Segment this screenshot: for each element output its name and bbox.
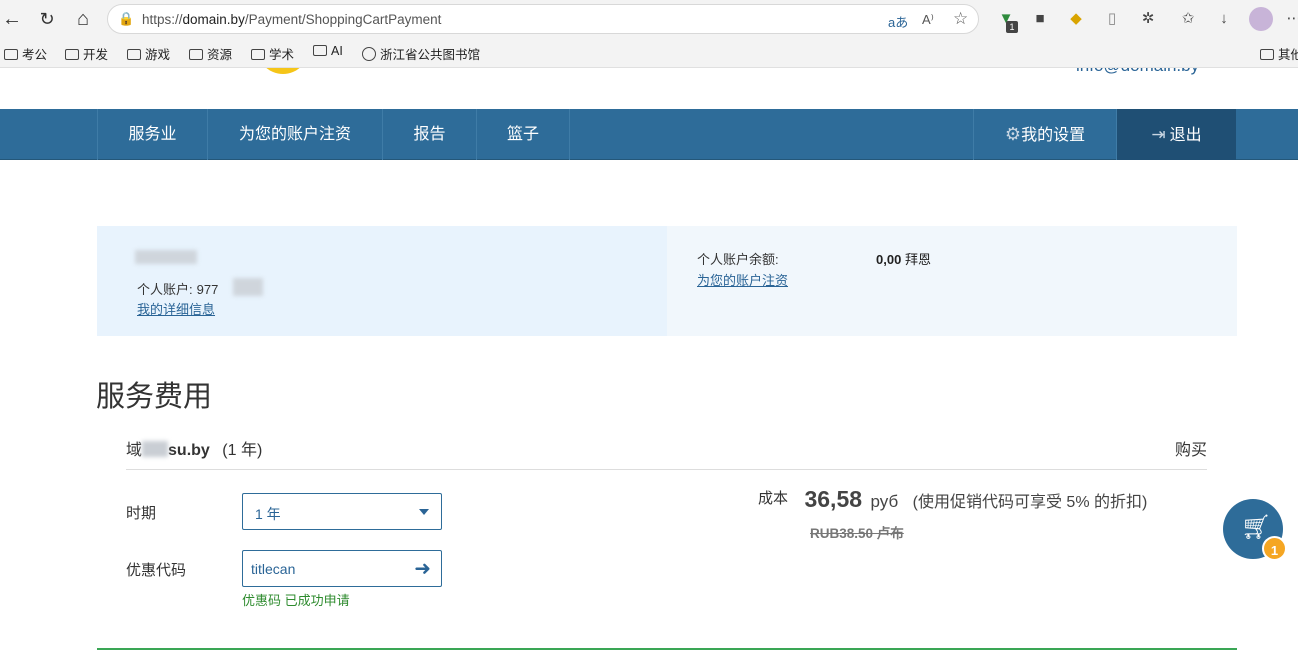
period-label: 时期 <box>126 505 157 522</box>
divider <box>97 648 1237 650</box>
bookmark-link[interactable]: 浙江省公共图书馆 <box>362 44 480 63</box>
extension-icon[interactable]: ■ <box>1030 9 1050 29</box>
back-button[interactable]: ← <box>0 7 24 31</box>
buy-label[interactable]: 购买 <box>1175 436 1207 460</box>
browser-toolbar: ← ↻ ⌂ 🔒 https://domain.by/Payment/Shoppi… <box>0 0 1298 38</box>
bookmark-folder[interactable]: 考公 <box>4 44 47 63</box>
read-aloud-icon[interactable]: A⁾ <box>922 12 934 28</box>
page-title: 服务费用 <box>96 381 213 413</box>
folder-icon <box>313 45 327 56</box>
bookmark-folder[interactable]: 游戏 <box>127 44 170 63</box>
folder-icon <box>189 49 203 60</box>
price-amount: 36,58 <box>804 486 863 512</box>
details-link[interactable]: 我的详细信息 <box>137 299 215 318</box>
period-select[interactable]: 1 年 <box>242 493 442 530</box>
cart-count-badge: 1 <box>1262 536 1287 561</box>
chevron-down-icon <box>419 509 429 515</box>
topup-link[interactable]: 为您的账户注资 <box>697 270 788 289</box>
discount-note: (使用促销代码可享受 5% 的折扣) <box>912 494 1148 511</box>
gear-icon: ⚙ <box>1004 124 1022 144</box>
redacted-account <box>233 278 263 296</box>
old-price: RUB38.50 卢布 <box>810 526 904 541</box>
arrow-right-icon[interactable]: ➜ <box>414 556 431 581</box>
account-number: 个人账户: 977 <box>137 282 219 297</box>
extensions-puzzle-icon[interactable]: ✲ <box>1138 9 1158 29</box>
main-nav: 服务业 为您的账户注资 报告 篮子 ⚙我的设置 ⇥ 退出 <box>0 109 1298 160</box>
bookmark-folder[interactable]: 学术 <box>251 44 294 63</box>
price-currency: руб <box>870 492 899 511</box>
nav-item-services[interactable]: 服务业 <box>97 109 207 160</box>
nav-item-reports[interactable]: 报告 <box>382 109 476 160</box>
service-row: 域 su.by (1 年) 购买 <box>126 434 1207 470</box>
site-logo[interactable] <box>257 68 309 74</box>
reload-button[interactable]: ↻ <box>35 7 59 31</box>
page-icon[interactable]: ▯ <box>1102 9 1122 29</box>
nav-item-topup[interactable]: 为您的账户注资 <box>207 109 382 160</box>
promo-code-input[interactable]: titlecan ➜ <box>242 550 442 587</box>
folder-icon <box>65 49 79 60</box>
service-domain: 域 su.by (1 年) <box>126 441 263 459</box>
more-menu-icon[interactable]: ⋯ <box>1284 9 1298 29</box>
bookmark-folder[interactable]: 资源 <box>189 44 232 63</box>
folder-icon <box>4 49 18 60</box>
nav-item-logout[interactable]: ⇥ 退出 <box>1116 109 1236 160</box>
promo-success-text: 优惠码 已成功申请 <box>242 593 350 608</box>
bookmark-folder[interactable]: 其他 <box>1260 44 1298 63</box>
cost-label: 成本 <box>758 490 789 507</box>
favorites-icon[interactable]: ✩ <box>1178 9 1198 29</box>
extension-icon[interactable]: ◆ <box>1066 9 1086 29</box>
home-button[interactable]: ⌂ <box>71 7 95 31</box>
balance-label: 个人账户余额: <box>697 252 779 267</box>
extension-badge: 1 <box>1006 21 1018 33</box>
bookmark-folder[interactable]: AI <box>313 44 343 58</box>
nav-item-settings[interactable]: ⚙我的设置 <box>973 109 1116 160</box>
redacted-name <box>135 250 197 264</box>
url-text: https://domain.by/Payment/ShoppingCartPa… <box>142 12 442 27</box>
account-panel: 个人账户: 977 我的详细信息 个人账户余额: 0,00 拜恩 为您的账户注资 <box>97 226 1237 336</box>
folder-icon <box>127 49 141 60</box>
profile-avatar[interactable] <box>1249 7 1273 31</box>
folder-icon <box>251 49 265 60</box>
page-content: info@domain.by 服务业 为您的账户注资 报告 篮子 ⚙我的设置 ⇥… <box>0 68 1298 659</box>
header-email[interactable]: info@domain.by <box>1076 68 1199 76</box>
balance-value: 0,00 拜恩 <box>876 252 931 267</box>
account-info: 个人账户: 977 我的详细信息 <box>97 226 667 336</box>
favorite-star-icon[interactable]: ☆ <box>953 9 968 29</box>
redacted-domain <box>142 441 169 457</box>
lock-icon: 🔒 <box>118 11 135 26</box>
bookmark-folder[interactable]: 开发 <box>65 44 108 63</box>
globe-icon <box>362 47 376 61</box>
nav-item-cart[interactable]: 篮子 <box>476 109 570 160</box>
logout-icon: ⇥ <box>1151 125 1166 144</box>
bookmarks-bar: 考公 开发 游戏 资源 学术 AI 浙江省公共图书馆 其他 <box>0 38 1298 68</box>
download-icon[interactable]: ↓ <box>1214 9 1234 29</box>
translate-icon[interactable]: aあ <box>888 12 908 31</box>
folder-icon <box>1260 49 1274 60</box>
promo-label: 优惠代码 <box>126 562 187 579</box>
price-block: 成本 36,58 руб (使用促销代码可享受 5% 的折扣) <box>758 486 1147 513</box>
address-bar[interactable]: 🔒 https://domain.by/Payment/ShoppingCart… <box>107 4 979 34</box>
